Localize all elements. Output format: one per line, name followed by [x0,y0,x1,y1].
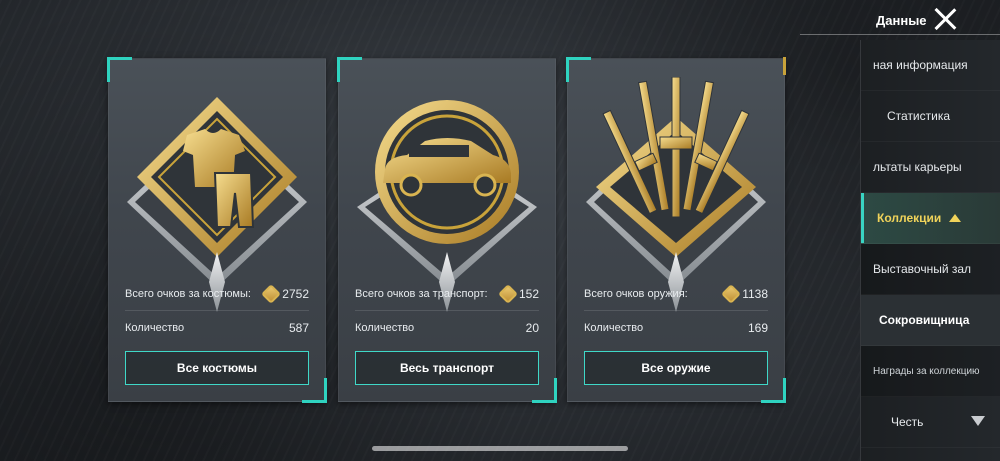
points-value: 2752 [282,287,309,301]
sidebar-item-label: ная информация [873,58,968,72]
count-label: Количество [584,322,644,334]
divider [125,310,309,311]
points-label: Всего очков оружия: [584,288,688,300]
all-costumes-button[interactable]: Все костюмы [125,351,309,385]
points-row: Всего очков за транспорт: 152 [355,284,539,304]
sidebar-item-collections[interactable]: Коллекции [861,193,1000,244]
chevron-down-icon [971,416,985,426]
home-indicator[interactable] [372,446,628,451]
points-value: 1138 [742,287,768,301]
count-value: 169 [747,321,768,335]
collection-card-weapons: Всего очков оружия: 1138 Количество 169 … [566,57,786,403]
count-label: Количество [125,322,185,334]
sidebar-item-label: Выставочный зал [873,262,972,276]
sidebar-item-label: льтаты карьеры [873,160,962,174]
coin-icon [261,284,282,304]
sidebar-item-collection-rewards[interactable]: Награды за коллекцию [861,346,1000,397]
sidebar-item-label: Коллекции [877,211,942,225]
sidebar-item-statistics[interactable]: Статистика [861,91,1000,142]
collection-card-costumes: Всего очков за костюмы: 2752 Количество … [107,57,327,403]
points-row: Всего очков оружия: 1138 [584,284,768,304]
sidebar-item-basic-info[interactable]: ная информация [861,40,1000,91]
sidebar-item-label: Честь [891,415,924,429]
points-value: 152 [518,287,539,301]
count-value: 587 [288,321,309,335]
points-label: Всего очков за костюмы: [125,288,251,300]
points-row: Всего очков за костюмы: 2752 [125,284,309,304]
sidebar-item-career-results[interactable]: льтаты карьеры [861,142,1000,193]
coin-icon [721,284,742,304]
all-vehicles-button[interactable]: Весь транспорт [355,351,539,385]
sidebar-item-treasury[interactable]: Сокровищница [861,295,1000,346]
card-corner-gold [783,57,786,75]
sidebar-item-label: Награды за коллекцию [873,365,980,377]
count-row: Количество 587 [125,321,309,335]
sidebar-item-label: Сокровищница [879,313,970,327]
count-row: Количество 20 [355,321,539,335]
divider [584,310,768,311]
sidebar-item-honor[interactable]: Честь [861,397,1000,448]
sidebar-item-label: Статистика [887,109,951,123]
all-weapons-button[interactable]: Все оружие [584,351,768,385]
close-icon[interactable] [933,7,957,31]
header-divider [800,34,1000,35]
sidebar-item-showroom[interactable]: Выставочный зал [861,244,1000,295]
collection-card-vehicles: Всего очков за транспорт: 152 Количество… [337,57,557,403]
coin-icon [498,284,518,304]
chevron-up-icon [949,214,962,222]
panel-title: Данные [876,13,927,28]
count-label: Количество [355,322,415,334]
sidebar-nav: ная информация Статистика льтаты карьеры… [860,40,1000,461]
count-value: 20 [525,321,539,335]
points-label: Всего очков за транспорт: [355,288,488,300]
divider [355,310,539,311]
count-row: Количество 169 [584,321,768,335]
